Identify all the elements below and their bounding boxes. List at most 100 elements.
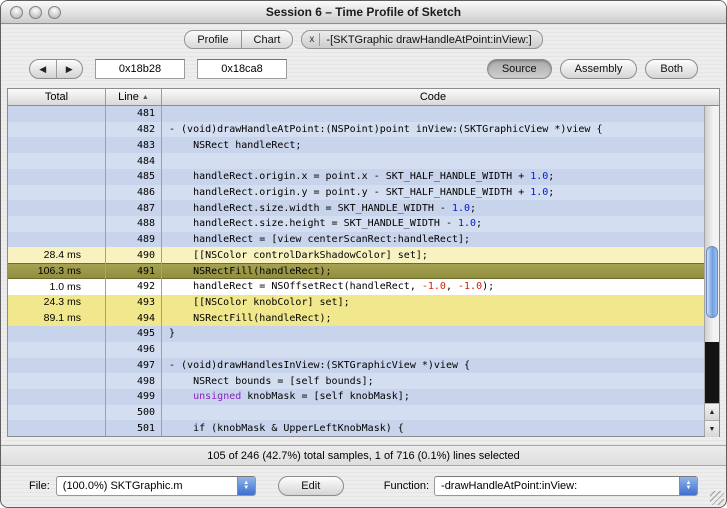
- code-cell: handleRect.size.width = SKT_HANDLE_WIDTH…: [162, 200, 704, 216]
- file-popup-value: (100.0%) SKTGraphic.m: [57, 477, 237, 495]
- scrollbar-thumb[interactable]: [706, 246, 718, 318]
- total-cell: 1.0 ms: [8, 279, 106, 295]
- line-number-cell: 491: [106, 263, 162, 279]
- popup-arrows-icon: ▲▼: [679, 477, 697, 495]
- code-row-494[interactable]: 89.1 ms494 NSRectFill(handleRect);: [8, 310, 704, 326]
- line-number-cell: 493: [106, 295, 162, 311]
- code-cell: handleRect.origin.x = point.x - SKT_HALF…: [162, 169, 704, 185]
- column-header-code[interactable]: Code: [162, 89, 704, 105]
- code-row-492[interactable]: 1.0 ms492 handleRect = NSOffsetRect(hand…: [8, 279, 704, 295]
- code-cell: }: [162, 326, 704, 342]
- file-popup[interactable]: (100.0%) SKTGraphic.m ▲▼: [56, 476, 256, 496]
- assembly-button[interactable]: Assembly: [560, 59, 638, 79]
- total-cell: [8, 342, 106, 358]
- tab-bar: Profile Chart x -[SKTGraphic drawHandleA…: [1, 30, 726, 49]
- code-cell: NSRectFill(handleRect);: [162, 263, 704, 279]
- code-cell: NSRect bounds = [self bounds];: [162, 373, 704, 389]
- total-cell: [8, 420, 106, 436]
- line-number-cell: 498: [106, 373, 162, 389]
- line-number-cell: 492: [106, 279, 162, 295]
- code-row-498[interactable]: 498 NSRect bounds = [self bounds];: [8, 373, 704, 389]
- table-header: Total Line ▲ Code: [8, 89, 719, 106]
- vertical-scrollbar[interactable]: ▲ ▼: [704, 106, 719, 436]
- tab-chart[interactable]: Chart: [242, 30, 294, 49]
- code-cell: - (void)drawHandlesInView:(SKTGraphicVie…: [162, 358, 704, 374]
- window-controls: [10, 1, 61, 23]
- zoom-button[interactable]: [48, 6, 61, 19]
- column-header-total[interactable]: Total: [8, 89, 106, 105]
- total-cell: [8, 216, 106, 232]
- column-header-line[interactable]: Line ▲: [106, 89, 162, 105]
- code-row-487[interactable]: 487 handleRect.size.width = SKT_HANDLE_W…: [8, 200, 704, 216]
- total-cell: [8, 200, 106, 216]
- code-cell: [[NSColor knobColor] set];: [162, 295, 704, 311]
- window-title: Session 6 – Time Profile of Sketch: [1, 5, 726, 19]
- line-number-cell: 488: [106, 216, 162, 232]
- code-cell: [[NSColor controlDarkShadowColor] set];: [162, 247, 704, 263]
- code-cell: NSRect handleRect;: [162, 137, 704, 153]
- line-number-cell: 495: [106, 326, 162, 342]
- line-number-cell: 485: [106, 169, 162, 185]
- code-row-500[interactable]: 500: [8, 405, 704, 421]
- total-cell: [8, 106, 106, 122]
- line-number-cell: 496: [106, 342, 162, 358]
- code-row-491[interactable]: 106.3 ms491 NSRectFill(handleRect);: [8, 263, 704, 279]
- source-button[interactable]: Source: [487, 59, 552, 79]
- sort-indicator-icon: ▲: [142, 94, 149, 101]
- both-button[interactable]: Both: [645, 59, 698, 79]
- line-number-cell: 482: [106, 122, 162, 138]
- edit-button[interactable]: Edit: [278, 476, 344, 496]
- total-cell: [8, 373, 106, 389]
- tab-function-label: -[SKTGraphic drawHandleAtPoint:inView:]: [326, 34, 531, 46]
- footer-bar: File: (100.0%) SKTGraphic.m ▲▼ Edit Func…: [29, 475, 698, 496]
- code-row-488[interactable]: 488 handleRect.size.height = SKT_HANDLE_…: [8, 216, 704, 232]
- total-cell: 28.4 ms: [8, 247, 106, 263]
- code-row-493[interactable]: 24.3 ms493 [[NSColor knobColor] set];: [8, 295, 704, 311]
- line-number-cell: 487: [106, 200, 162, 216]
- code-cell: if (knobMask & UpperLeftKnobMask) {: [162, 420, 704, 436]
- status-text: 105 of 246 (42.7%) total samples, 1 of 7…: [207, 450, 519, 462]
- line-header-label: Line: [118, 91, 139, 103]
- close-button[interactable]: [10, 6, 23, 19]
- scroll-up-button[interactable]: ▲: [705, 403, 719, 420]
- line-number-cell: 497: [106, 358, 162, 374]
- total-cell: [8, 232, 106, 248]
- popup-arrows-icon: ▲▼: [237, 477, 255, 495]
- tab-function[interactable]: x -[SKTGraphic drawHandleAtPoint:inView:…: [301, 30, 542, 49]
- code-row-483[interactable]: 483 NSRect handleRect;: [8, 137, 704, 153]
- scrollbar-arrows: ▲ ▼: [705, 403, 719, 436]
- scroll-down-button[interactable]: ▼: [705, 420, 719, 437]
- tab-profile[interactable]: Profile: [184, 30, 241, 49]
- forward-button[interactable]: ▶: [57, 60, 83, 78]
- code-row-489[interactable]: 489 handleRect = [view centerScanRect:ha…: [8, 232, 704, 248]
- total-cell: [8, 122, 106, 138]
- start-address-field[interactable]: [95, 59, 185, 79]
- total-cell: [8, 169, 106, 185]
- code-row-496[interactable]: 496: [8, 342, 704, 358]
- code-row-495[interactable]: 495}: [8, 326, 704, 342]
- code-row-499[interactable]: 499 unsigned knobMask = [self knobMask];: [8, 389, 704, 405]
- close-tab-icon[interactable]: x: [309, 33, 320, 46]
- code-cell: [162, 405, 704, 421]
- scrollbar-dark-region: [705, 342, 719, 403]
- total-cell: [8, 185, 106, 201]
- function-popup[interactable]: -drawHandleAtPoint:inView: ▲▼: [434, 476, 698, 496]
- code-row-485[interactable]: 485 handleRect.origin.x = point.x - SKT_…: [8, 169, 704, 185]
- code-table-body: 481482- (void)drawHandleAtPoint:(NSPoint…: [8, 106, 719, 436]
- line-number-cell: 484: [106, 153, 162, 169]
- code-row-490[interactable]: 28.4 ms490 [[NSColor controlDarkShadowCo…: [8, 247, 704, 263]
- code-cell: handleRect.size.height = SKT_HANDLE_WIDT…: [162, 216, 704, 232]
- resize-grip[interactable]: [710, 491, 724, 505]
- code-row-484[interactable]: 484: [8, 153, 704, 169]
- file-label: File:: [29, 480, 50, 492]
- code-row-481[interactable]: 481: [8, 106, 704, 122]
- back-button[interactable]: ◀: [30, 60, 57, 78]
- code-row-486[interactable]: 486 handleRect.origin.y = point.y - SKT_…: [8, 185, 704, 201]
- line-number-cell: 483: [106, 137, 162, 153]
- code-row-482[interactable]: 482- (void)drawHandleAtPoint:(NSPoint)po…: [8, 122, 704, 138]
- code-row-501[interactable]: 501 if (knobMask & UpperLeftKnobMask) {: [8, 420, 704, 436]
- minimize-button[interactable]: [29, 6, 42, 19]
- code-row-497[interactable]: 497- (void)drawHandlesInView:(SKTGraphic…: [8, 358, 704, 374]
- history-nav: ◀ ▶: [29, 59, 83, 79]
- end-address-field[interactable]: [197, 59, 287, 79]
